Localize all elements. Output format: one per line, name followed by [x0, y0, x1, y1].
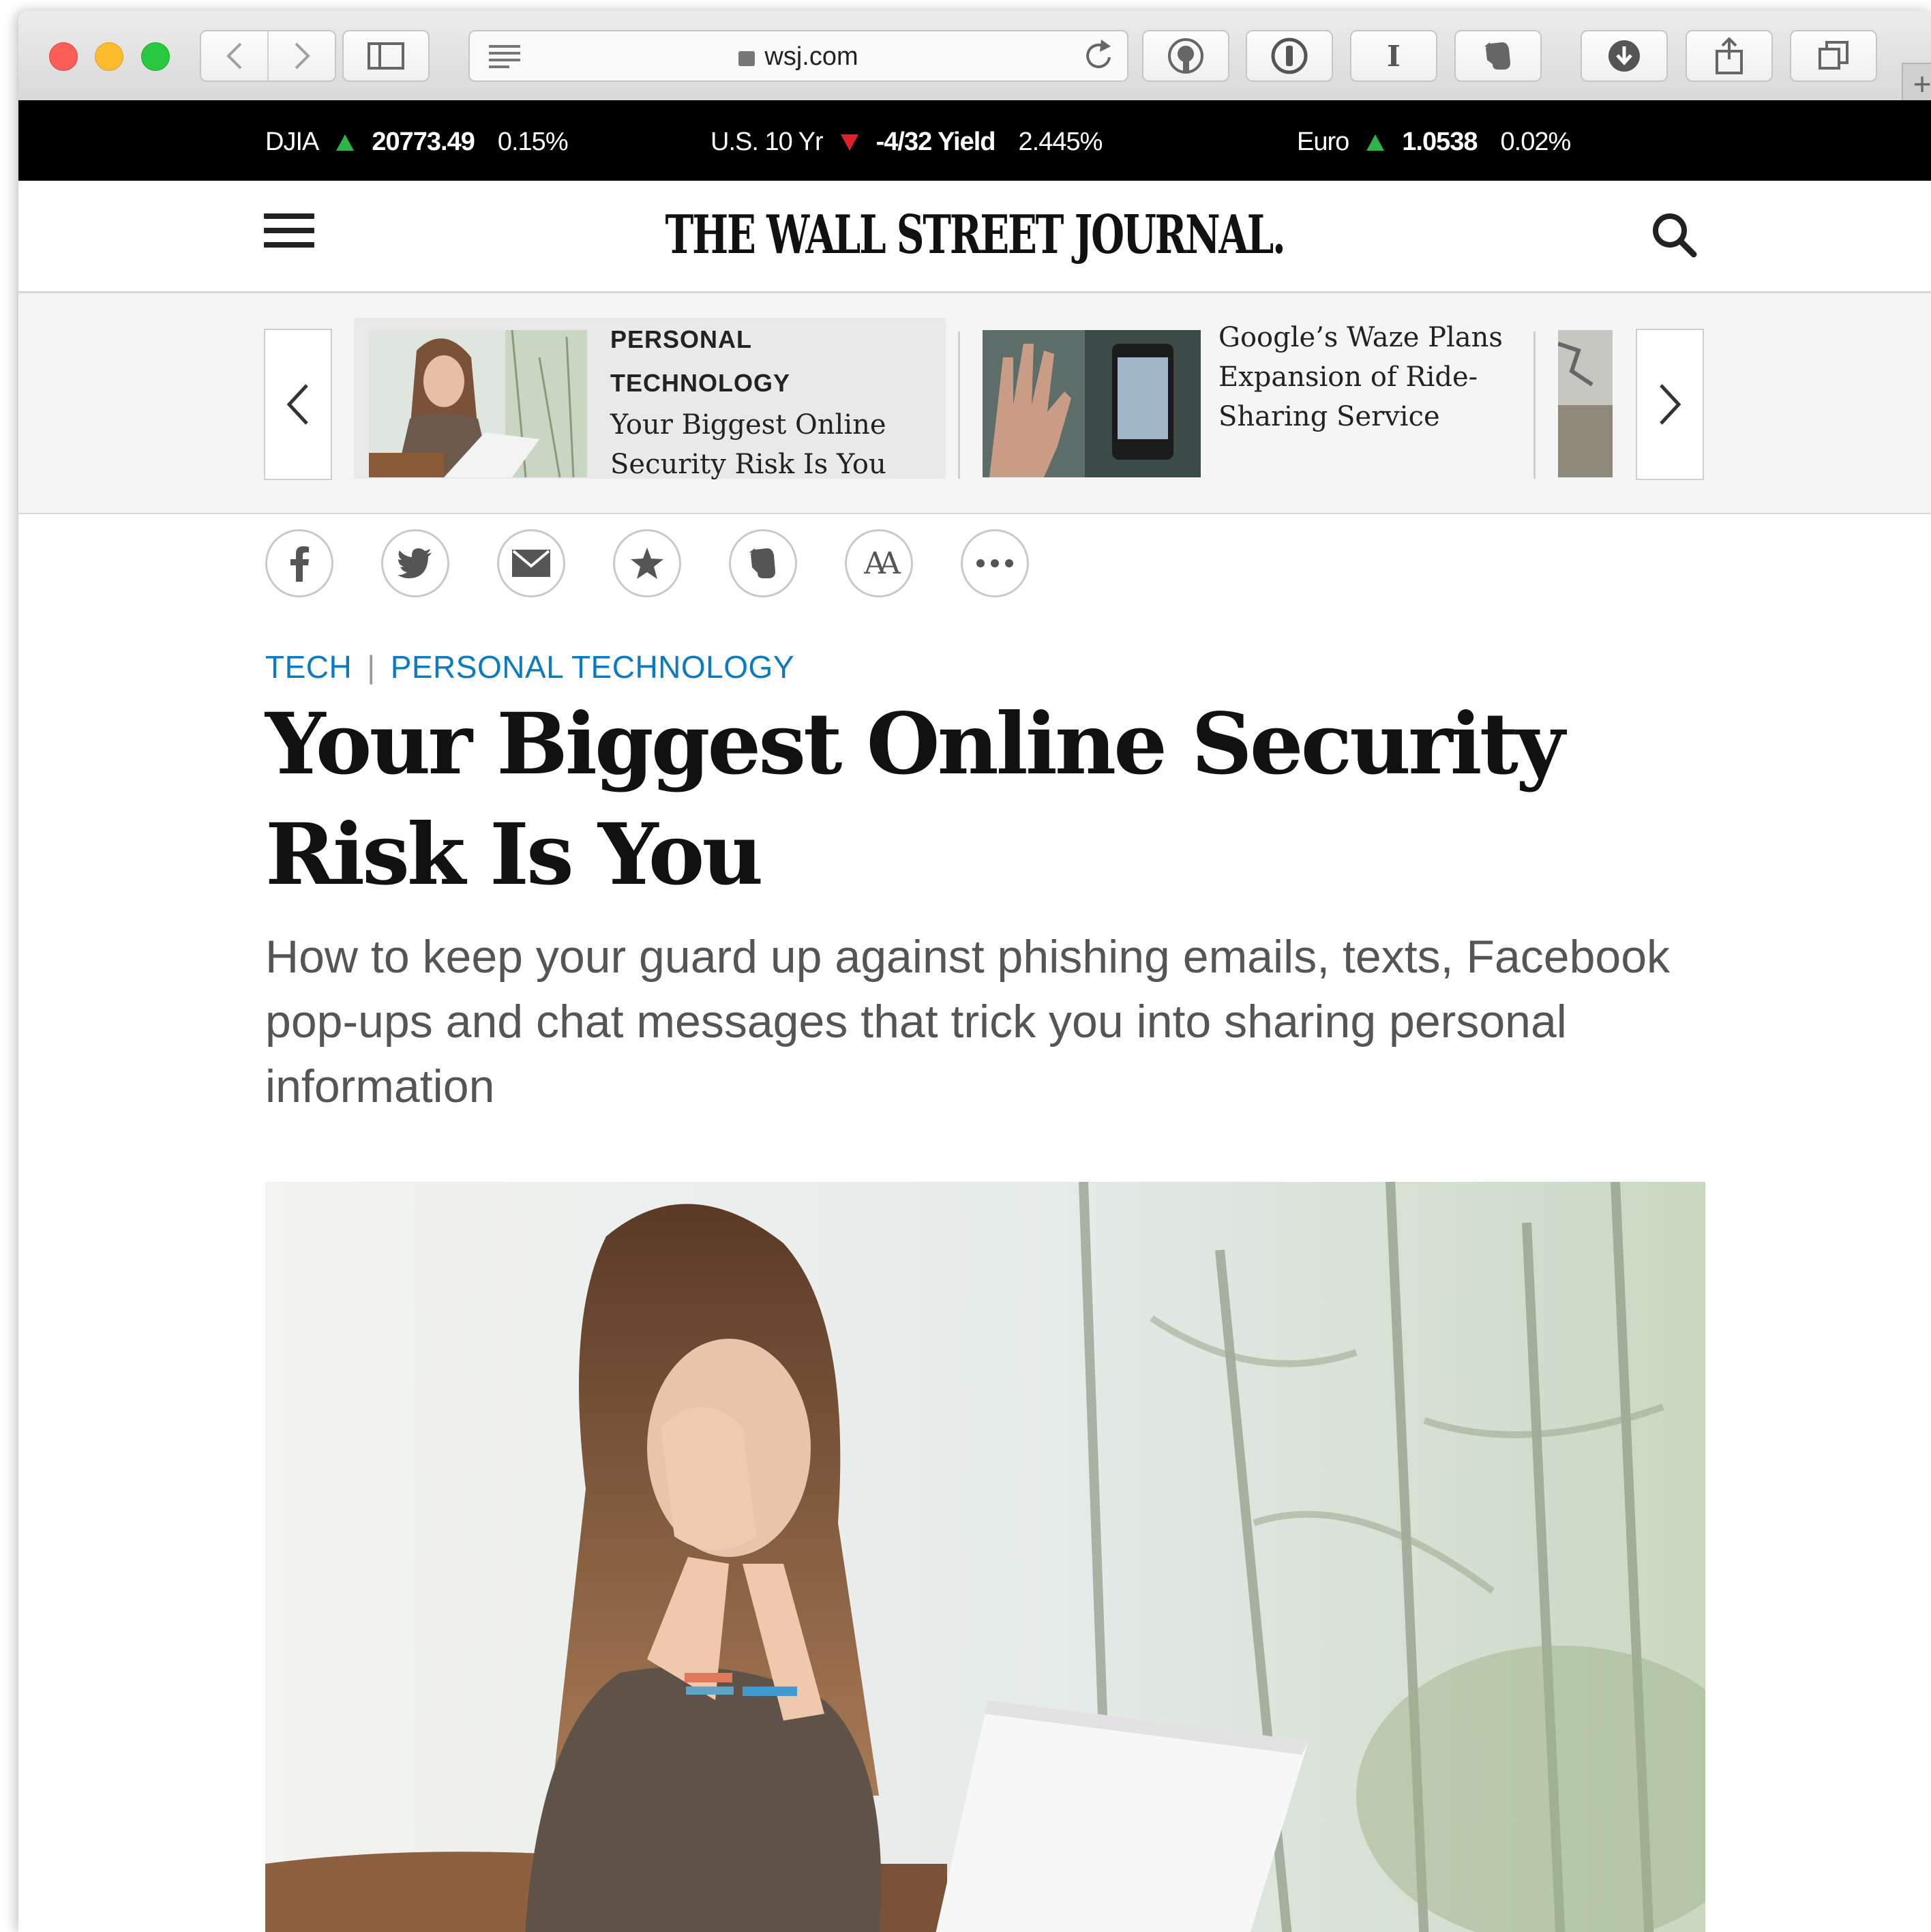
1password-icon [1271, 38, 1308, 74]
duckduckgo-button[interactable] [1142, 30, 1229, 82]
ticker-value: 1.0538 [1402, 128, 1478, 156]
evernote-icon [749, 548, 775, 578]
ticker-label: U.S. 10 Yr [710, 128, 824, 156]
ticker-value: -4/32 Yield [875, 128, 996, 156]
twitter-icon [398, 548, 432, 578]
more-options-button[interactable] [961, 529, 1029, 597]
zoom-window-button[interactable] [141, 42, 170, 71]
browser-window: wsj.com I + DJIA 20773.49 0.15% U.S. 10 … [18, 11, 1931, 1932]
ticker-label: DJIA [265, 128, 319, 156]
forward-button[interactable] [267, 31, 335, 80]
breadcrumb-subsection[interactable]: PERSONAL TECHNOLOGY [391, 649, 794, 685]
carousel-prev-button[interactable] [264, 329, 332, 480]
reload-icon [1086, 40, 1111, 68]
text-size-icon: AA [864, 546, 900, 581]
email-share-button[interactable] [497, 529, 565, 597]
article-thumbnail [983, 330, 1201, 477]
tabs-icon [1818, 41, 1848, 70]
breadcrumb: TECH | PERSONAL TECHNOLOGY [265, 649, 794, 685]
carousel-item-title: Google’s Waze Plans Expansion of Ride-Sh… [1218, 322, 1503, 432]
ticker-value: 20773.49 [372, 128, 475, 156]
forward-icon [295, 42, 310, 70]
facebook-icon [290, 546, 309, 582]
ticker-us10yr[interactable]: U.S. 10 Yr -4/32 Yield 2.445% [710, 128, 1103, 157]
ticker-euro[interactable]: Euro 1.0538 0.02% [1297, 128, 1572, 157]
download-icon [1608, 40, 1640, 72]
address-bar[interactable]: wsj.com [468, 30, 1128, 82]
share-icon [1716, 38, 1743, 74]
url-display: wsj.com [470, 42, 1127, 72]
article-thumbnail [369, 330, 587, 477]
evernote-toolbar-button[interactable] [1454, 30, 1542, 82]
article-headline: Your Biggest Online Security Risk Is You [265, 695, 1565, 904]
ticker-label: Euro [1297, 128, 1349, 156]
email-icon [512, 550, 550, 577]
carousel-item-text: Google’s Waze Plans Expansion of Ride-Sh… [1218, 318, 1539, 436]
ticker-djia[interactable]: DJIA 20773.49 0.15% [265, 128, 569, 157]
search-icon[interactable] [1650, 211, 1698, 258]
navigation-buttons [200, 30, 336, 82]
save-article-button[interactable] [613, 529, 681, 597]
down-arrow-icon [840, 134, 858, 151]
more-icon [976, 559, 1013, 567]
twitter-share-button[interactable] [381, 529, 449, 597]
masthead: THE WALL STREET JOURNAL. [18, 181, 1931, 293]
evernote-share-button[interactable] [729, 529, 797, 597]
up-arrow-icon [336, 134, 355, 151]
sidebar-button[interactable] [342, 30, 430, 82]
carousel-item-text: PERSONAL TECHNOLOGY Your Biggest Online … [610, 318, 931, 484]
breadcrumb-separator: | [367, 649, 376, 685]
close-window-button[interactable] [49, 42, 78, 71]
up-arrow-icon [1366, 134, 1385, 151]
chevron-right-icon [1660, 384, 1681, 425]
back-icon [226, 42, 241, 70]
reload-button[interactable] [1083, 38, 1115, 80]
carousel-item[interactable]: Google’s Waze Plans Expansion of Ride-Sh… [980, 318, 1546, 477]
carousel-next-button[interactable] [1636, 329, 1704, 480]
url-text: wsj.com [764, 42, 858, 71]
duckduckgo-icon [1168, 38, 1203, 74]
hero-image [265, 1182, 1705, 1932]
save-star-icon [631, 548, 663, 579]
market-ticker: DJIA 20773.49 0.15% U.S. 10 Yr -4/32 Yie… [18, 100, 1931, 181]
carousel-partial-thumbnail [1558, 330, 1613, 477]
lock-icon [738, 51, 755, 66]
tabs-button[interactable] [1790, 30, 1877, 82]
minimize-window-button[interactable] [95, 42, 123, 71]
carousel-item-category: PERSONAL TECHNOLOGY [610, 325, 791, 397]
carousel-item-title: Your Biggest Online Security Risk Is You [610, 409, 886, 480]
browser-toolbar: wsj.com I + [18, 11, 1931, 102]
sidebar-icon [368, 42, 404, 70]
carousel-divider [958, 331, 960, 479]
ticker-change: 0.15% [497, 128, 569, 156]
ticker-change: 2.445% [1018, 128, 1103, 156]
article-dek: How to keep your guard up against phishi… [265, 931, 1671, 1112]
carousel-divider [1533, 331, 1536, 479]
text-size-button[interactable]: AA [845, 529, 913, 597]
1password-button[interactable] [1246, 30, 1333, 82]
instapaper-button[interactable]: I [1350, 30, 1437, 82]
new-tab-icon[interactable]: + [1902, 63, 1931, 102]
instapaper-icon: I [1387, 39, 1401, 73]
evernote-icon [1484, 42, 1510, 70]
ticker-change: 0.02% [1500, 128, 1572, 156]
chevron-left-icon [286, 384, 308, 425]
headline-carousel: PERSONAL TECHNOLOGY Your Biggest Online … [18, 293, 1931, 514]
downloads-button[interactable] [1581, 30, 1668, 82]
carousel-item[interactable]: PERSONAL TECHNOLOGY Your Biggest Online … [354, 318, 946, 480]
breadcrumb-section[interactable]: TECH [265, 649, 352, 685]
facebook-share-button[interactable] [265, 529, 333, 597]
share-button[interactable] [1686, 30, 1773, 82]
back-button[interactable] [201, 31, 267, 80]
wsj-logo[interactable]: THE WALL STREET JOURNAL. [286, 204, 1664, 266]
